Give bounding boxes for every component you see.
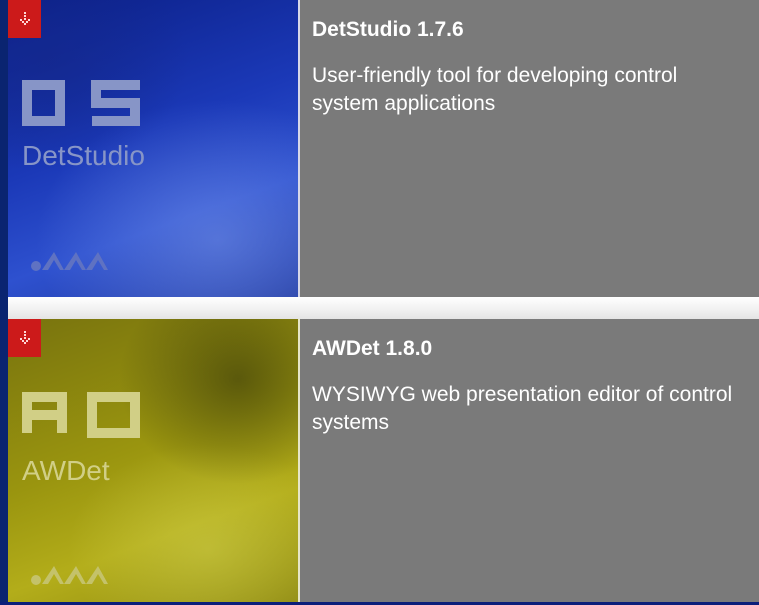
logo-monogram-icon	[22, 80, 140, 126]
product-info-panel: DetStudio 1.7.6 User-friendly tool for d…	[300, 0, 759, 297]
brand-mark-icon	[30, 562, 110, 591]
tile-edge	[298, 0, 300, 297]
logo-monogram-icon	[22, 392, 140, 438]
product-info-panel: AWDet 1.8.0 WYSIWYG web presentation edi…	[300, 319, 759, 605]
logo-monogram	[22, 392, 152, 438]
product-logo-tile[interactable]: AWDet	[8, 319, 300, 605]
tile-edge	[298, 319, 300, 605]
product-description: User-friendly tool for developing contro…	[312, 64, 678, 115]
brand-mark-icon	[30, 248, 110, 277]
product-description: WYSIWYG web presentation editor of contr…	[312, 383, 733, 434]
logo-name: DetStudio	[22, 140, 145, 171]
download-badge[interactable]	[8, 319, 41, 357]
product-title[interactable]: DetStudio 1.7.6	[312, 18, 747, 42]
logo-name: AWDet	[22, 455, 110, 486]
download-badge[interactable]	[8, 0, 41, 38]
product-divider	[8, 297, 759, 319]
logo-monogram	[22, 80, 152, 126]
download-icon	[18, 330, 32, 346]
download-icon	[18, 11, 32, 27]
product-title[interactable]: AWDet 1.8.0	[312, 337, 747, 361]
product-list: DetStudio DetStudio 1.7.6 User-friendly …	[0, 0, 759, 605]
product-card-detstudio[interactable]: DetStudio DetStudio 1.7.6 User-friendly …	[8, 0, 759, 297]
product-card-awdet[interactable]: AWDet AWDet 1.8.0 WYSIWYG web presentati…	[8, 319, 759, 605]
product-logo-tile[interactable]: DetStudio	[8, 0, 300, 297]
